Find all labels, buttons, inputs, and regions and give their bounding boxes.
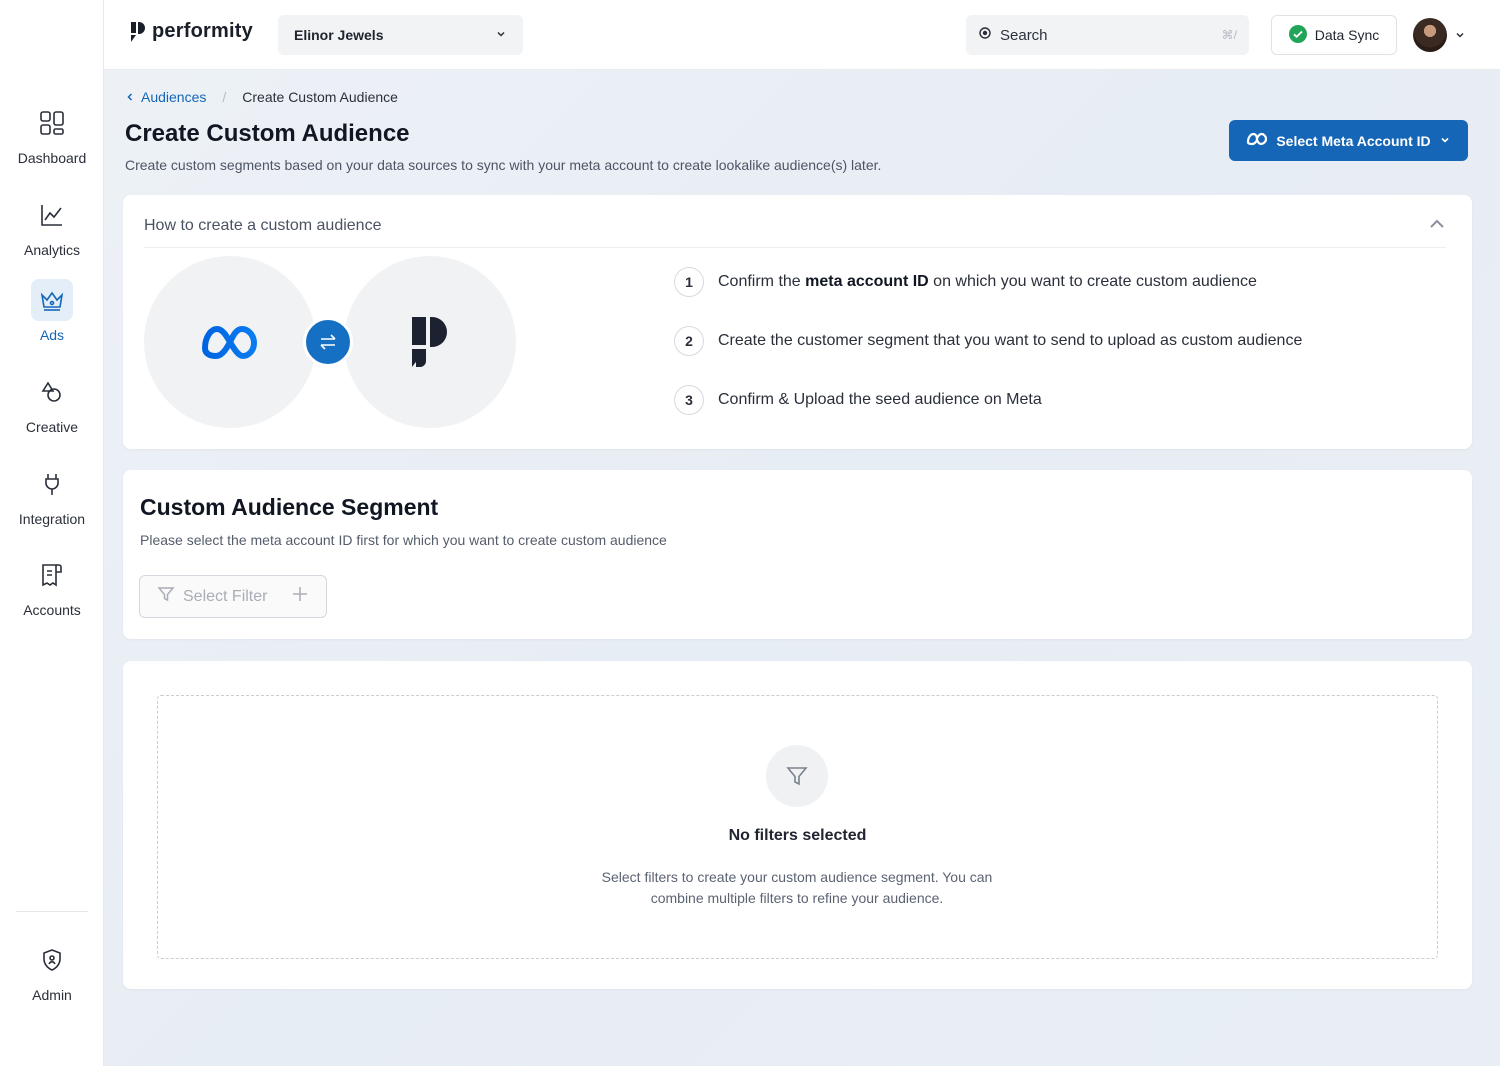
page-title: Create Custom Audience	[125, 120, 410, 147]
analytics-icon	[31, 194, 73, 236]
filter-icon	[157, 585, 175, 608]
select-meta-account-button[interactable]: Select Meta Account ID	[1229, 120, 1468, 161]
select-filter-label: Select Filter	[183, 587, 268, 605]
sidebar-item-label: Accounts	[23, 602, 81, 618]
empty-state-text: Select filters to create your custom aud…	[601, 869, 993, 906]
step-item: 1 Confirm the meta account ID on which y…	[674, 267, 1257, 297]
page-subtitle: Create custom segments based on your dat…	[125, 157, 882, 173]
sidebar-item-label: Analytics	[23, 242, 81, 258]
breadcrumb-current: Create Custom Audience	[242, 89, 398, 105]
performity-logo-icon	[412, 317, 447, 367]
creative-icon	[31, 371, 73, 413]
sidebar-item-dashboard[interactable]: Dashboard	[0, 102, 104, 166]
chevron-down-icon[interactable]	[1454, 28, 1466, 46]
step-text: Create the customer segment that you wan…	[718, 332, 1303, 349]
step-number: 2	[674, 326, 704, 356]
filter-icon	[766, 745, 828, 807]
search-input[interactable]: Search ⌘/	[966, 15, 1249, 55]
step-item: 3 Confirm & Upload the seed audience on …	[674, 385, 1042, 415]
chevron-down-icon	[1439, 133, 1451, 149]
step-text: Confirm the meta account ID on which you…	[718, 273, 1257, 290]
filters-empty-state-card: No filters selected Select filters to cr…	[123, 661, 1472, 989]
sidebar-item-integration[interactable]: Integration	[0, 463, 104, 527]
crown-icon	[31, 279, 73, 321]
plus-icon	[291, 585, 309, 608]
data-sync-button[interactable]: Data Sync	[1271, 15, 1397, 55]
how-to-card: How to create a custom audience 1 Confir…	[123, 195, 1472, 449]
segment-subtitle: Please select the meta account ID first …	[140, 532, 667, 548]
breadcrumb-link-audiences[interactable]: Audiences	[141, 89, 206, 105]
breadcrumb-separator: /	[222, 89, 227, 105]
step-text: Confirm & Upload the seed audience on Me…	[718, 391, 1042, 408]
search-icon	[978, 26, 992, 44]
step-number: 1	[674, 267, 704, 297]
chevron-left-icon[interactable]	[125, 89, 135, 105]
breadcrumb: Audiences / Create Custom Audience	[125, 89, 398, 105]
how-to-title: How to create a custom audience	[144, 217, 382, 234]
sidebar: Dashboard Analytics Ads Creative Integra…	[0, 0, 104, 1066]
meta-logo-circle	[144, 256, 316, 428]
swap-icon	[303, 317, 353, 367]
sidebar-item-label: Creative	[25, 419, 79, 435]
store-select[interactable]: Elinor Jewels	[278, 15, 523, 55]
logo[interactable]: performity	[130, 20, 253, 43]
select-filter-button[interactable]: Select Filter	[139, 575, 327, 618]
step-number: 3	[674, 385, 704, 415]
chevron-up-icon[interactable]	[1428, 215, 1446, 238]
step-item: 2 Create the customer segment that you w…	[674, 326, 1302, 356]
store-select-value: Elinor Jewels	[294, 27, 384, 43]
check-circle-icon	[1288, 24, 1307, 46]
sidebar-item-ads[interactable]: Ads	[0, 279, 104, 343]
sidebar-item-label: Admin	[32, 987, 72, 1003]
data-sync-label: Data Sync	[1314, 27, 1380, 43]
sidebar-item-accounts[interactable]: Accounts	[0, 554, 104, 618]
sidebar-item-label: Ads	[39, 327, 65, 343]
sidebar-item-label: Integration	[18, 511, 86, 527]
shield-icon	[31, 939, 73, 981]
chevron-down-icon	[495, 27, 507, 43]
sidebar-item-label: Dashboard	[17, 150, 87, 166]
search-placeholder: Search	[1000, 26, 1048, 44]
logo-icon	[131, 21, 145, 42]
dashboard-icon	[31, 102, 73, 144]
meta-logo-icon	[1246, 132, 1268, 149]
accounts-icon	[31, 554, 73, 596]
top-header: performity Elinor Jewels Search ⌘/ Data …	[104, 0, 1500, 70]
meta-logo-icon	[202, 326, 257, 359]
logo-text: performity	[152, 20, 253, 42]
divider	[144, 247, 1446, 248]
sidebar-item-admin[interactable]: Admin	[0, 939, 104, 1003]
segment-title: Custom Audience Segment	[140, 494, 439, 520]
sidebar-divider	[16, 911, 88, 912]
sidebar-item-creative[interactable]: Creative	[0, 371, 104, 435]
empty-state-title: No filters selected	[728, 827, 867, 844]
sidebar-item-analytics[interactable]: Analytics	[0, 194, 104, 258]
custom-audience-segment-card: Custom Audience Segment Please select th…	[123, 470, 1472, 639]
select-meta-account-label: Select Meta Account ID	[1276, 132, 1431, 149]
performity-logo-circle	[344, 256, 516, 428]
plug-icon	[31, 463, 73, 505]
avatar[interactable]	[1413, 18, 1447, 52]
search-shortcut: ⌘/	[1221, 28, 1237, 42]
